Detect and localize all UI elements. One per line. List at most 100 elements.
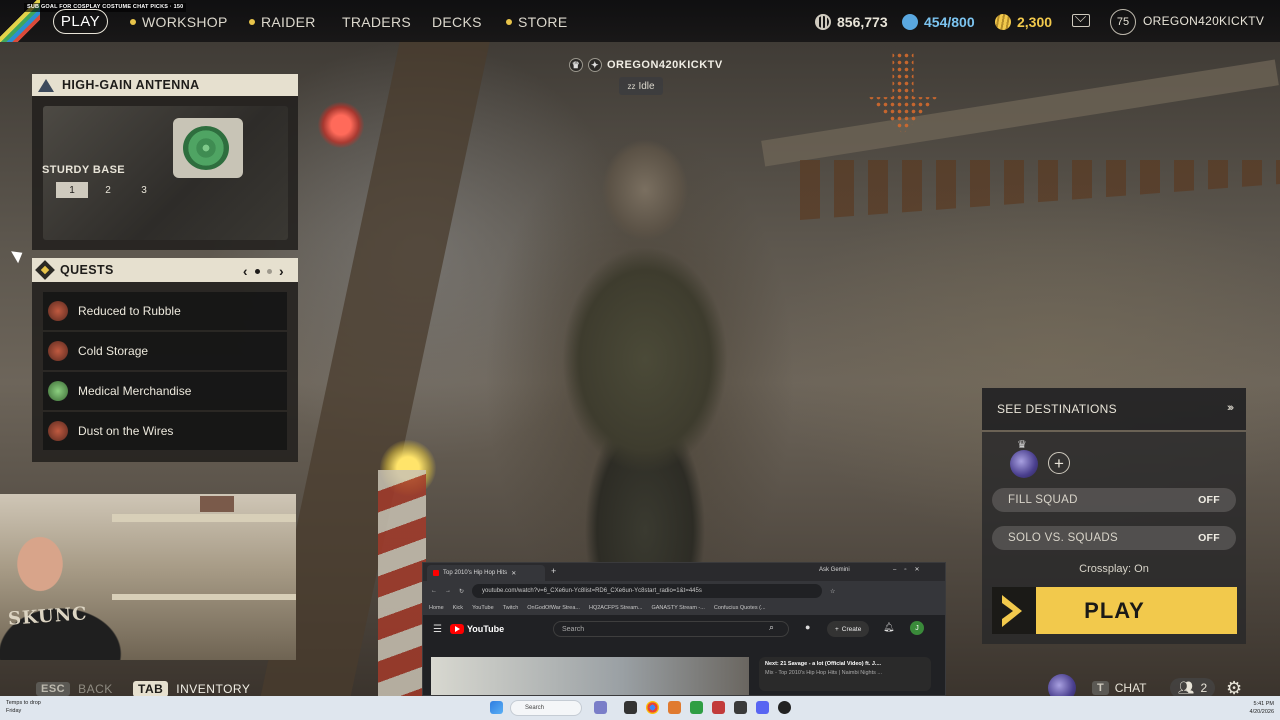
profile-username[interactable]: OREGON420KICKTV <box>1143 14 1264 28</box>
system-clock[interactable]: 5:41 PM 4/20/2026 <box>1250 700 1274 716</box>
tier-2-button[interactable]: 2 <box>92 182 124 198</box>
page-dot-active <box>254 268 260 274</box>
create-button[interactable]: + Create <box>827 621 870 637</box>
chat-button[interactable]: T CHAT <box>1092 678 1147 698</box>
hamburger-menu-icon[interactable]: ☰ <box>433 624 442 635</box>
bookmark-item[interactable]: Twitch <box>503 605 519 611</box>
task-view-icon[interactable] <box>624 701 637 714</box>
mail-icon[interactable] <box>1072 14 1090 27</box>
xbox-icon[interactable] <box>690 701 703 714</box>
coins-balance[interactable]: 856,773 <box>815 12 888 32</box>
tier-3-button[interactable]: 3 <box>128 182 160 198</box>
bookmark-item[interactable]: Home <box>429 605 444 611</box>
quests-prev-button[interactable]: ‹ <box>243 263 248 279</box>
quest-name: Cold Storage <box>78 344 149 358</box>
nav-store-tab[interactable]: STORE <box>506 13 567 31</box>
fill-squad-toggle[interactable]: FILL SQUAD OFF <box>992 488 1236 512</box>
new-tab-icon[interactable]: + <box>551 566 556 576</box>
forward-arrow-icon[interactable]: → <box>445 588 451 594</box>
streamer-webcam: SKUNC <box>0 494 296 660</box>
tier-1-button[interactable]: 1 <box>56 182 88 198</box>
browser-tab[interactable]: Top 2010's Hip Hop Hits ✕ <box>427 565 545 581</box>
squad-avatar-mini[interactable] <box>1048 674 1076 702</box>
overhead-pipe <box>761 59 1279 167</box>
tokens-balance[interactable]: 454/800 <box>902 12 975 32</box>
obs-icon[interactable] <box>778 701 791 714</box>
close-icon[interactable]: ✕ <box>511 570 516 577</box>
star-icon[interactable]: ☆ <box>830 588 835 595</box>
discord-icon[interactable] <box>756 701 769 714</box>
youtube-logo[interactable]: YouTube <box>449 624 504 634</box>
tab-key: TAB <box>133 681 169 697</box>
quest-name: Dust on the Wires <box>78 424 174 438</box>
quests-pager: ‹ › <box>243 263 284 279</box>
quests-next-button[interactable]: › <box>279 263 284 279</box>
video-player[interactable] <box>431 657 749 695</box>
microphone-icon[interactable]: ● <box>805 622 810 632</box>
friends-button[interactable]: 👥︎ 2 <box>1170 678 1216 698</box>
top-navigation-bar: SUB GOAL FOR COSPLAY COSTUME CHAT PICKS … <box>0 0 1280 42</box>
url-field[interactable]: youtube.com/watch?v=6_CXe6un-Yc8list=RD6… <box>472 584 823 598</box>
friends-icon: 👥︎ <box>1178 680 1195 695</box>
bookmark-item[interactable]: OnGodOfWar Strea... <box>527 605 580 611</box>
play-button[interactable]: PLAY <box>992 587 1237 634</box>
youtube-play-icon <box>449 624 464 634</box>
bookmark-item[interactable]: GANASTY Stream -... <box>651 605 704 611</box>
player-status-text: Idle <box>638 80 655 92</box>
youtube-search-input[interactable]: Search <box>553 621 789 637</box>
nav-play-tab[interactable]: PLAY <box>53 9 108 34</box>
bookmark-item[interactable]: YouTube <box>472 605 494 611</box>
bell-icon[interactable]: 🔔︎ <box>883 622 894 633</box>
solo-vs-squads-toggle[interactable]: SOLO VS. SQUADS OFF <box>992 526 1236 550</box>
browser-window[interactable]: Top 2010's Hip Hop Hits ✕ + Ask Gemini –… <box>422 562 946 696</box>
nav-traders-tab[interactable]: TRADERS <box>342 13 411 31</box>
weather-line2: Friday <box>6 708 22 714</box>
high-gain-antenna-card[interactable]: HIGH-GAIN ANTENNA STURDY BASE 1 2 3 <box>32 74 298 250</box>
quest-name: Medical Merchandise <box>78 384 192 398</box>
taskbar-app-icon[interactable] <box>712 701 725 714</box>
notification-dot-icon <box>506 19 512 25</box>
idle-icon: zz <box>627 81 636 91</box>
windows-start-icon[interactable] <box>490 701 503 714</box>
weather-widget[interactable]: Temps to drop Friday <box>6 699 41 715</box>
nav-traders-label: TRADERS <box>342 14 411 30</box>
crossplay-status: Crossplay: On <box>1079 563 1149 575</box>
taskbar-app-icon[interactable] <box>594 701 607 714</box>
quest-item[interactable]: Dust on the Wires <box>43 412 287 450</box>
notification-dot-icon <box>130 19 136 25</box>
chrome-icon[interactable] <box>646 701 659 714</box>
see-destinations-button[interactable]: SEE DESTINATIONS ››› <box>982 388 1246 430</box>
nav-raider-label: RAIDER <box>261 14 316 30</box>
taskbar-app-icon[interactable] <box>734 701 747 714</box>
red-light <box>318 102 364 148</box>
nav-raider-tab[interactable]: RAIDER <box>249 13 316 31</box>
bookmark-item[interactable]: Kick <box>453 605 463 611</box>
quest-item[interactable]: Reduced to Rubble <box>43 292 287 330</box>
nav-workshop-tab[interactable]: WORKSHOP <box>130 13 228 31</box>
squad-leader-avatar[interactable] <box>1010 450 1038 478</box>
reload-icon[interactable]: ↻ <box>459 588 464 595</box>
up-next-card[interactable]: Next: 21 Savage - a lot (Official Video)… <box>759 657 931 691</box>
back-arrow-icon[interactable]: ← <box>431 588 437 594</box>
gemini-button[interactable]: Ask Gemini <box>819 567 850 573</box>
bookmark-item[interactable]: Confucius Quotes (... <box>714 605 766 611</box>
nav-decks-tab[interactable]: DECKS <box>432 13 482 31</box>
quests-panel: QUESTS ‹ › Reduced to Rubble Cold Storag… <box>32 258 298 462</box>
raider-character[interactable] <box>515 130 775 600</box>
account-avatar[interactable]: J <box>910 621 924 635</box>
settings-gear-icon[interactable]: ⚙ <box>1226 678 1242 698</box>
add-squad-member-button[interactable]: + <box>1048 452 1070 474</box>
quest-item[interactable]: Cold Storage <box>43 332 287 370</box>
clock-date: 4/20/2026 <box>1249 709 1274 715</box>
antenna-card-header: HIGH-GAIN ANTENNA <box>32 74 298 96</box>
bookmark-item[interactable]: HQ2ACFPS Stream... <box>589 605 643 611</box>
search-icon[interactable]: ⌕ <box>769 622 774 633</box>
player-level-badge[interactable]: 75 <box>1110 9 1136 35</box>
taskbar-app-icon[interactable] <box>668 701 681 714</box>
window-controls-icon[interactable]: –▫✕ <box>893 566 928 573</box>
nav-decks-label: DECKS <box>432 14 482 30</box>
quest-item[interactable]: Medical Merchandise <box>43 372 287 410</box>
taskbar-search[interactable]: Search <box>510 700 582 716</box>
credits-balance[interactable]: 2,300 <box>995 12 1052 32</box>
quest-giver-icon <box>48 341 68 361</box>
